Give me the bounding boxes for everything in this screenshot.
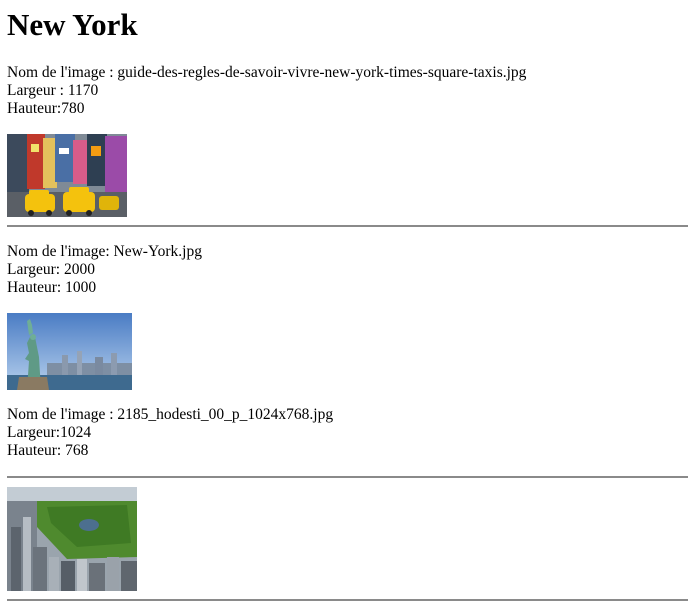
separator [7,476,688,478]
image-height-label: Hauteur:780 [7,100,85,117]
image-width-label: Largeur:1024 [7,424,92,441]
times-square-taxis-image [7,134,127,217]
central-park-aerial-image [7,487,137,591]
statue-of-liberty-image [7,313,132,390]
image-name-label: Nom de l'image : guide-des-regles-de-sav… [7,64,527,81]
image-info-block-3: Nom de l'image : 2185_hodesti_00_p_1024x… [7,406,333,460]
image-height-label: Hauteur: 1000 [7,279,97,296]
page-title: New York [7,7,138,42]
image-info-block-2: Nom de l'image: New-York.jpg Largeur: 20… [7,243,202,297]
image-name-label: Nom de l'image : 2185_hodesti_00_p_1024x… [7,406,334,423]
image-info-block-1: Nom de l'image : guide-des-regles-de-sav… [7,64,526,118]
image-height-label: Hauteur: 768 [7,442,89,459]
separator [7,599,688,601]
image-width-label: Largeur: 2000 [7,261,95,278]
separator [7,225,688,227]
image-name-label: Nom de l'image: New-York.jpg [7,243,202,260]
image-width-label: Largeur : 1170 [7,82,99,99]
